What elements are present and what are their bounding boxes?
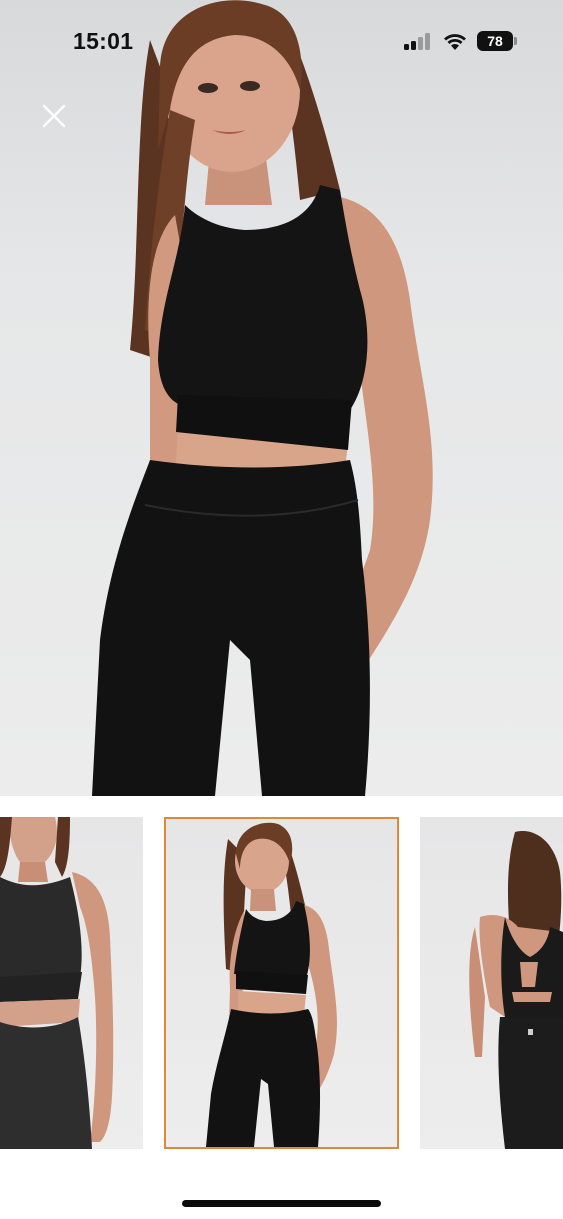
thumbnail-front-closeup[interactable] — [0, 817, 143, 1149]
main-product-image[interactable] — [0, 0, 563, 796]
product-image-viewer: 15:01 78 — [0, 0, 563, 1219]
status-time: 15:01 — [73, 28, 134, 54]
thumbnail-front-full-image — [206, 822, 337, 1147]
battery-level: 78 — [487, 33, 503, 49]
thumbnail-back-image — [469, 831, 563, 1149]
close-icon — [42, 104, 66, 128]
close-button[interactable] — [36, 98, 72, 134]
home-indicator[interactable] — [182, 1200, 381, 1207]
thumbnail-front-closeup-image — [0, 817, 114, 1149]
thumbnail-front-full[interactable] — [164, 817, 399, 1149]
battery-icon: 78 — [477, 31, 517, 51]
wifi-icon — [444, 34, 466, 50]
cellular-signal-icon — [404, 33, 432, 50]
thumbnail-strip — [0, 817, 563, 1151]
thumbnail-back[interactable] — [420, 817, 563, 1149]
model-photo-illustration — [92, 0, 433, 796]
status-bar: 15:01 78 — [0, 0, 563, 84]
